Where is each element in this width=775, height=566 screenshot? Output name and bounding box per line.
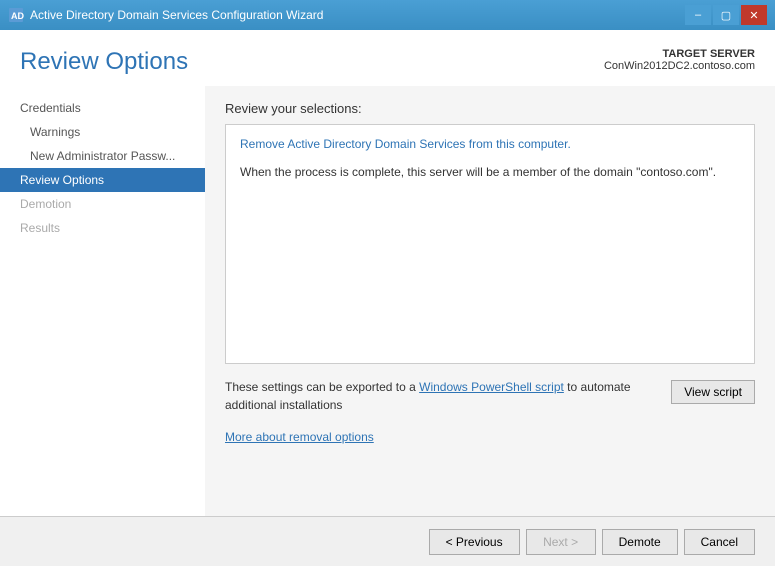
minimize-button[interactable]: – xyxy=(685,5,711,25)
title-bar: AD Active Directory Domain Services Conf… xyxy=(0,0,775,30)
content-area: Credentials Warnings New Administrator P… xyxy=(0,86,775,516)
review-box: Remove Active Directory Domain Services … xyxy=(225,124,755,364)
selection-text-2: When the process is complete, this serve… xyxy=(240,163,740,181)
window-title: Active Directory Domain Services Configu… xyxy=(30,8,323,22)
server-label: TARGET SERVER xyxy=(604,48,755,60)
title-bar-left: AD Active Directory Domain Services Conf… xyxy=(8,7,323,23)
sidebar: Credentials Warnings New Administrator P… xyxy=(0,86,205,516)
review-selections-label: Review your selections: xyxy=(225,101,755,116)
demote-button[interactable]: Demote xyxy=(602,529,678,555)
sidebar-item-credentials[interactable]: Credentials xyxy=(0,96,205,120)
server-name: ConWin2012DC2.contoso.com xyxy=(604,60,755,72)
sidebar-item-results: Results xyxy=(0,216,205,240)
selection-text-1: Remove Active Directory Domain Services … xyxy=(240,137,740,151)
sidebar-item-demotion: Demotion xyxy=(0,192,205,216)
header: Review Options TARGET SERVER ConWin2012D… xyxy=(0,30,775,86)
maximize-button[interactable]: ▢ xyxy=(713,5,739,25)
footer: < Previous Next > Demote Cancel xyxy=(0,516,775,566)
powershell-link[interactable]: Windows PowerShell script xyxy=(419,380,564,394)
app-icon: AD xyxy=(8,7,24,23)
view-script-button[interactable]: View script xyxy=(671,380,755,404)
powershell-section: These settings can be exported to a Wind… xyxy=(225,378,755,414)
more-about-removal-link[interactable]: More about removal options xyxy=(225,430,374,444)
server-info: TARGET SERVER ConWin2012DC2.contoso.com xyxy=(604,48,755,72)
sidebar-item-new-admin-password[interactable]: New Administrator Passw... xyxy=(0,144,205,168)
previous-button[interactable]: < Previous xyxy=(429,529,520,555)
window-body: Review Options TARGET SERVER ConWin2012D… xyxy=(0,30,775,566)
main-panel: Review your selections: Remove Active Di… xyxy=(205,86,775,516)
page-title: Review Options xyxy=(20,48,188,76)
sidebar-item-warnings[interactable]: Warnings xyxy=(0,120,205,144)
title-bar-controls: – ▢ ✕ xyxy=(685,5,767,25)
close-button[interactable]: ✕ xyxy=(741,5,767,25)
cancel-button[interactable]: Cancel xyxy=(684,529,755,555)
powershell-text: These settings can be exported to a Wind… xyxy=(225,378,661,414)
powershell-text-before: These settings can be exported to a xyxy=(225,380,419,394)
next-button[interactable]: Next > xyxy=(526,529,596,555)
sidebar-item-review-options[interactable]: Review Options xyxy=(0,168,205,192)
svg-text:AD: AD xyxy=(11,11,24,21)
